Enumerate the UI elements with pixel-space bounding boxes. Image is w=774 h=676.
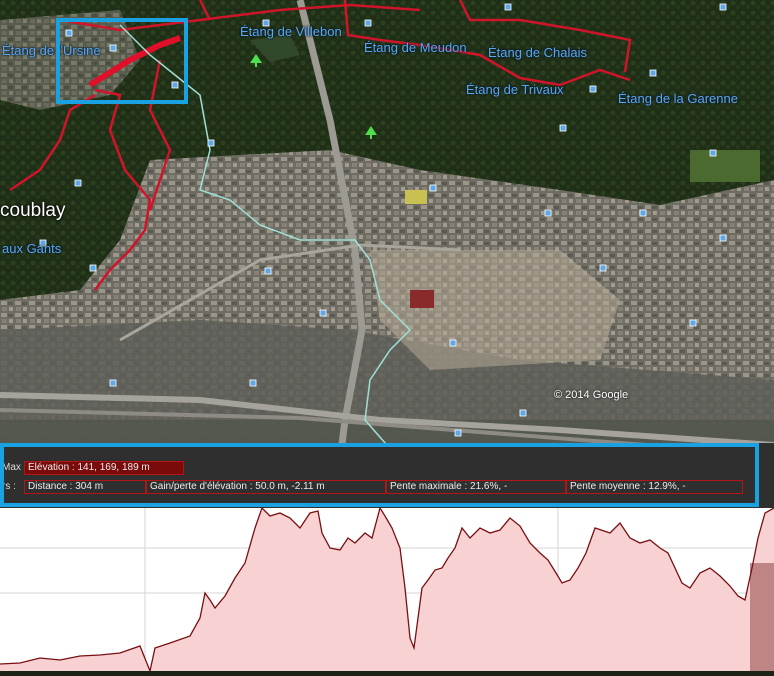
label-etang-meudon[interactable]: Étang de Meudon — [364, 40, 467, 55]
elevation-profile-graph[interactable] — [0, 506, 774, 674]
highlight-box-selection — [56, 18, 188, 104]
label-town-coublay[interactable]: coublay — [0, 200, 66, 222]
label-etang-garenne[interactable]: Étang de la Garenne — [618, 91, 738, 106]
elevation-stats-panel: Max rs : Élévation : 141, 169, 189 m Dis… — [0, 443, 774, 508]
label-aux-gants[interactable]: aux Gants — [2, 241, 61, 256]
map-copyright: © 2014 Google — [554, 389, 629, 401]
highlight-box-stats — [0, 443, 759, 507]
park-tree-icon[interactable] — [365, 126, 377, 140]
label-etang-villebon[interactable]: Étang de Villebon — [240, 24, 342, 39]
elevation-profile-svg — [0, 506, 774, 674]
satellite-map-view[interactable]: Étang de l'Ursine Étang de Villebon Étan… — [0, 0, 774, 460]
label-etang-chalais[interactable]: Étang de Chalais — [488, 45, 587, 60]
park-tree-icon[interactable] — [250, 54, 262, 68]
label-etang-trivaux[interactable]: Étang de Trivaux — [466, 82, 564, 97]
